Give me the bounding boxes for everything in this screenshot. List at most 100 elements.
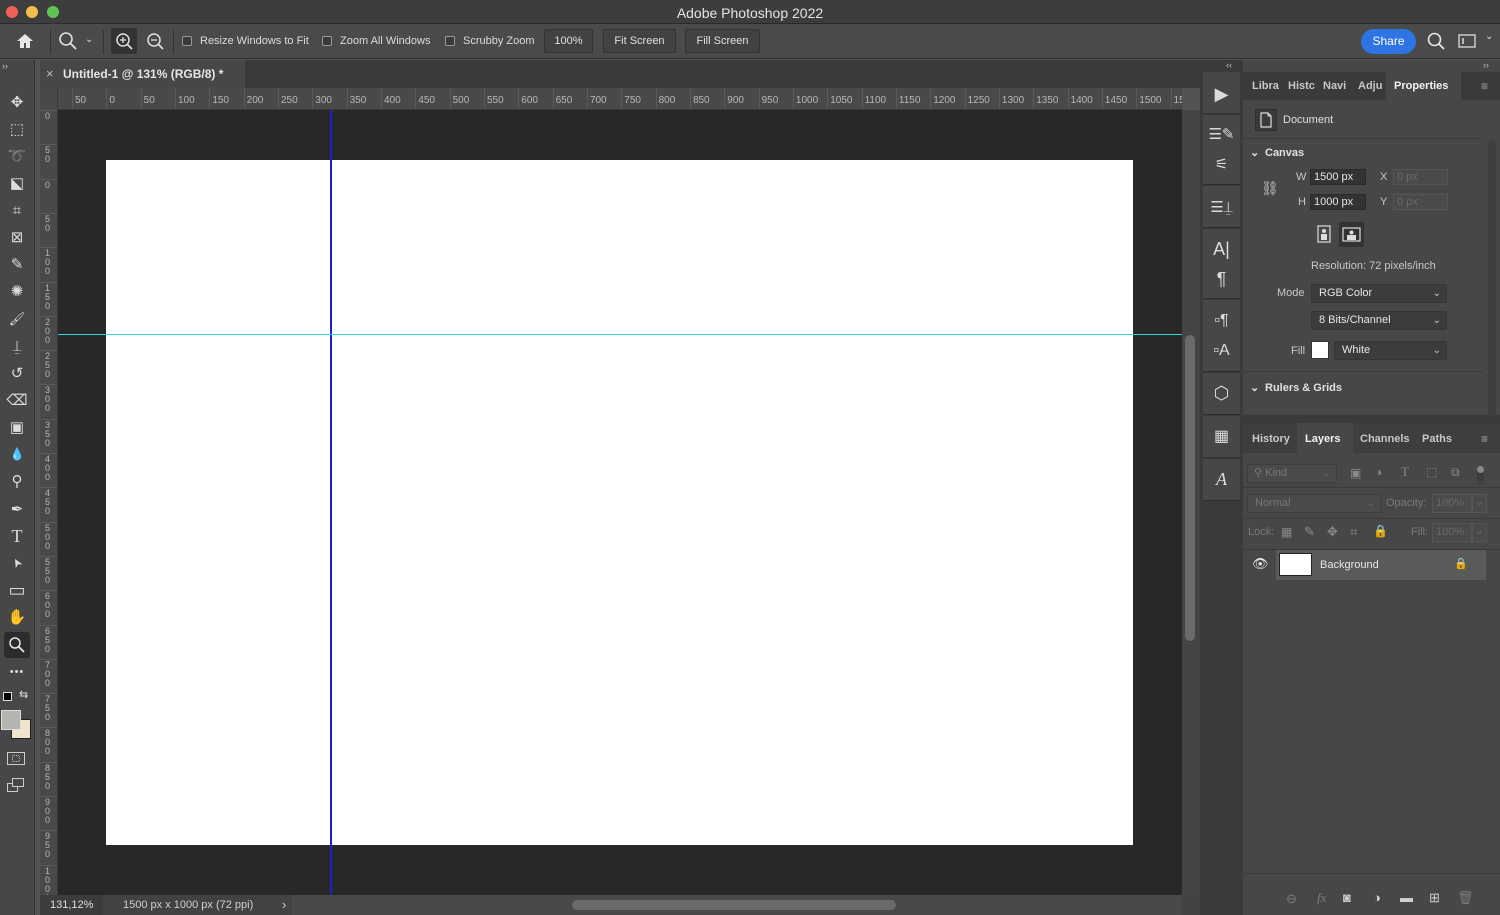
new-group-folder-icon[interactable]: ▬ [1400, 890, 1413, 905]
blend-mode-dropdown[interactable]: Normal ⌄ [1247, 494, 1381, 513]
canvas-y-input[interactable]: 0 px [1393, 194, 1448, 210]
zoom-tool-button[interactable] [4, 632, 30, 658]
expand-panels-icon[interactable]: ›› [1483, 60, 1489, 70]
close-document-icon[interactable]: × [46, 66, 54, 81]
workspace-switcher[interactable]: ⌄ [1458, 31, 1498, 51]
paragraph-styles-icon[interactable]: ▫¶ [1203, 312, 1240, 330]
zoom-in-button[interactable] [111, 28, 137, 54]
resize-windows-checkbox[interactable] [182, 36, 192, 46]
lock-position-icon[interactable]: ✥ [1327, 524, 1338, 540]
share-button[interactable]: Share [1361, 29, 1416, 54]
lasso-tool-button[interactable]: ➰ [4, 143, 30, 169]
properties-scrollbar[interactable] [1488, 140, 1496, 420]
tab-paths[interactable]: Paths [1422, 425, 1452, 453]
visibility-eye-icon[interactable]: 👁 [1252, 556, 1269, 572]
layer-lock-icon[interactable]: 🔒 [1454, 557, 1468, 570]
eraser-tool-button[interactable]: ⌫ [4, 387, 30, 413]
lock-artboard-icon[interactable]: ⌗ [1350, 524, 1357, 540]
horizontal-guide[interactable] [58, 334, 1182, 335]
fill-opacity-input[interactable]: 100% [1432, 523, 1472, 542]
fit-screen-button[interactable]: Fit Screen [603, 29, 676, 53]
fill-color-swatch[interactable] [1311, 341, 1329, 359]
default-colors-icon[interactable] [3, 692, 12, 701]
lock-transparent-icon[interactable]: ▦ [1281, 525, 1292, 539]
filter-shape-icon[interactable]: ⬚ [1426, 465, 1437, 479]
rulers-grids-toggle[interactable]: ⌄ [1250, 381, 1259, 394]
clone-stamp-tool-button[interactable]: ⍊ [4, 333, 30, 359]
tab-history-layers[interactable]: History [1252, 425, 1290, 453]
grid-panel-icon[interactable]: ▦ [1203, 426, 1240, 446]
new-adjustment-layer-icon[interactable]: ◑ [1373, 890, 1381, 905]
tab-layers[interactable]: Layers [1305, 425, 1340, 453]
blur-tool-button[interactable]: 💧 [4, 441, 30, 467]
horizontal-ruler[interactable]: 50 0 50 100 150 200 250 300 350 400 450 500 550 600 65… [40, 88, 1182, 110]
scrubby-zoom-checkbox[interactable] [445, 36, 455, 46]
panel-menu-icon[interactable]: ≡ [1481, 79, 1488, 93]
document-tab[interactable]: × Untitled-1 @ 131% (RGB/8) * [40, 60, 245, 88]
eyedropper-tool-button[interactable]: ✎ [4, 251, 30, 277]
canvas-width-input[interactable]: 1500 px [1310, 169, 1366, 185]
layer-row[interactable]: 👁 Background 🔒 [1243, 550, 1500, 580]
frame-tool-button[interactable]: ⊠ [4, 224, 30, 250]
document-window[interactable] [58, 110, 1182, 895]
opacity-dropdown-button[interactable]: ⌄ [1472, 494, 1487, 513]
zoom-100-button[interactable]: 100% [544, 29, 593, 53]
vertical-scrollbar[interactable] [1182, 110, 1200, 895]
fill-dropdown[interactable]: White ⌄ [1334, 341, 1447, 360]
vertical-guide[interactable] [330, 110, 332, 895]
filter-adjustment-icon[interactable]: ◑ [1375, 465, 1382, 479]
move-tool-button[interactable]: ✥ [4, 89, 30, 115]
canvas-height-input[interactable]: 1000 px [1310, 194, 1366, 210]
marquee-tool-button[interactable]: ⬚ [4, 116, 30, 142]
tab-channels[interactable]: Channels [1360, 425, 1410, 453]
landscape-orientation-button[interactable] [1339, 222, 1364, 247]
filter-smart-object-icon[interactable]: ⧉ [1451, 465, 1460, 480]
tab-adjustments[interactable]: Adju [1358, 72, 1382, 100]
tab-history[interactable]: Histc [1288, 72, 1315, 100]
collapse-strip-icon[interactable]: ‹‹ [1226, 60, 1232, 70]
edit-toolbar-button[interactable]: ••• [4, 659, 30, 685]
fill-screen-button[interactable]: Fill Screen [685, 29, 760, 53]
screen-mode-button[interactable] [7, 778, 27, 794]
clone-source-icon[interactable]: ☰⍊ [1203, 198, 1240, 216]
add-mask-icon[interactable]: ◙ [1343, 890, 1351, 905]
horizontal-scroll-thumb[interactable] [572, 900, 896, 910]
tab-libraries[interactable]: Libra [1252, 72, 1279, 100]
brush-settings-icon[interactable]: ⚟ [1203, 155, 1240, 173]
crop-tool-button[interactable]: ⌗ [4, 197, 30, 223]
zoom-out-button[interactable] [142, 28, 168, 54]
layer-name[interactable]: Background [1320, 559, 1379, 571]
layer-style-fx-icon[interactable]: fx [1317, 890, 1326, 906]
horizontal-scrollbar[interactable] [292, 895, 1182, 915]
new-layer-icon[interactable]: ⊞ [1429, 890, 1440, 906]
type-tool-button[interactable]: T [4, 523, 30, 549]
character-styles-icon[interactable]: ▫A [1203, 342, 1240, 360]
fill-dropdown-button[interactable]: ⌄ [1472, 523, 1487, 542]
zoom-level[interactable]: 131,12% [50, 899, 93, 911]
search-button[interactable] [1426, 31, 1446, 51]
layers-panel-menu-icon[interactable]: ≡ [1481, 432, 1488, 446]
foreground-color-swatch[interactable] [1, 710, 21, 730]
dodge-tool-button[interactable]: ⚲ [4, 468, 30, 494]
vertical-ruler[interactable]: 0 50 0 50 100 150 200 250 300 350 400 450 500 550 600 6… [40, 88, 58, 895]
layer-filter-dropdown[interactable]: ⚲ Kind ⌄ [1247, 464, 1337, 483]
character-panel-icon[interactable]: A| [1203, 239, 1240, 260]
object-selection-tool-button[interactable]: ⬕ [4, 170, 30, 196]
path-selection-tool-button[interactable]: ➤ [4, 550, 30, 576]
3d-cube-icon[interactable]: ⬡ [1203, 383, 1240, 404]
glyphs-icon[interactable]: A [1203, 469, 1240, 490]
healing-brush-tool-button[interactable]: ✺ [4, 278, 30, 304]
bit-depth-dropdown[interactable]: 8 Bits/Channel ⌄ [1311, 311, 1447, 330]
expand-toolbar-icon[interactable]: ›› [2, 61, 8, 71]
filter-toggle[interactable] [1477, 466, 1484, 484]
paragraph-panel-icon[interactable]: ¶ [1203, 269, 1240, 290]
quick-mask-button[interactable] [7, 752, 25, 765]
history-brush-tool-button[interactable]: ↺ [4, 360, 30, 386]
filter-pixel-icon[interactable]: ▣ [1350, 466, 1361, 480]
tab-properties[interactable]: Properties [1394, 72, 1448, 100]
rectangle-tool-button[interactable]: ▭ [4, 577, 30, 603]
canvas-section-toggle[interactable]: ⌄ [1250, 146, 1259, 159]
tab-navigator[interactable]: Navi [1323, 72, 1346, 100]
zoom-all-windows-checkbox[interactable] [322, 36, 332, 46]
swap-colors-icon[interactable]: ⇆ [19, 688, 28, 701]
